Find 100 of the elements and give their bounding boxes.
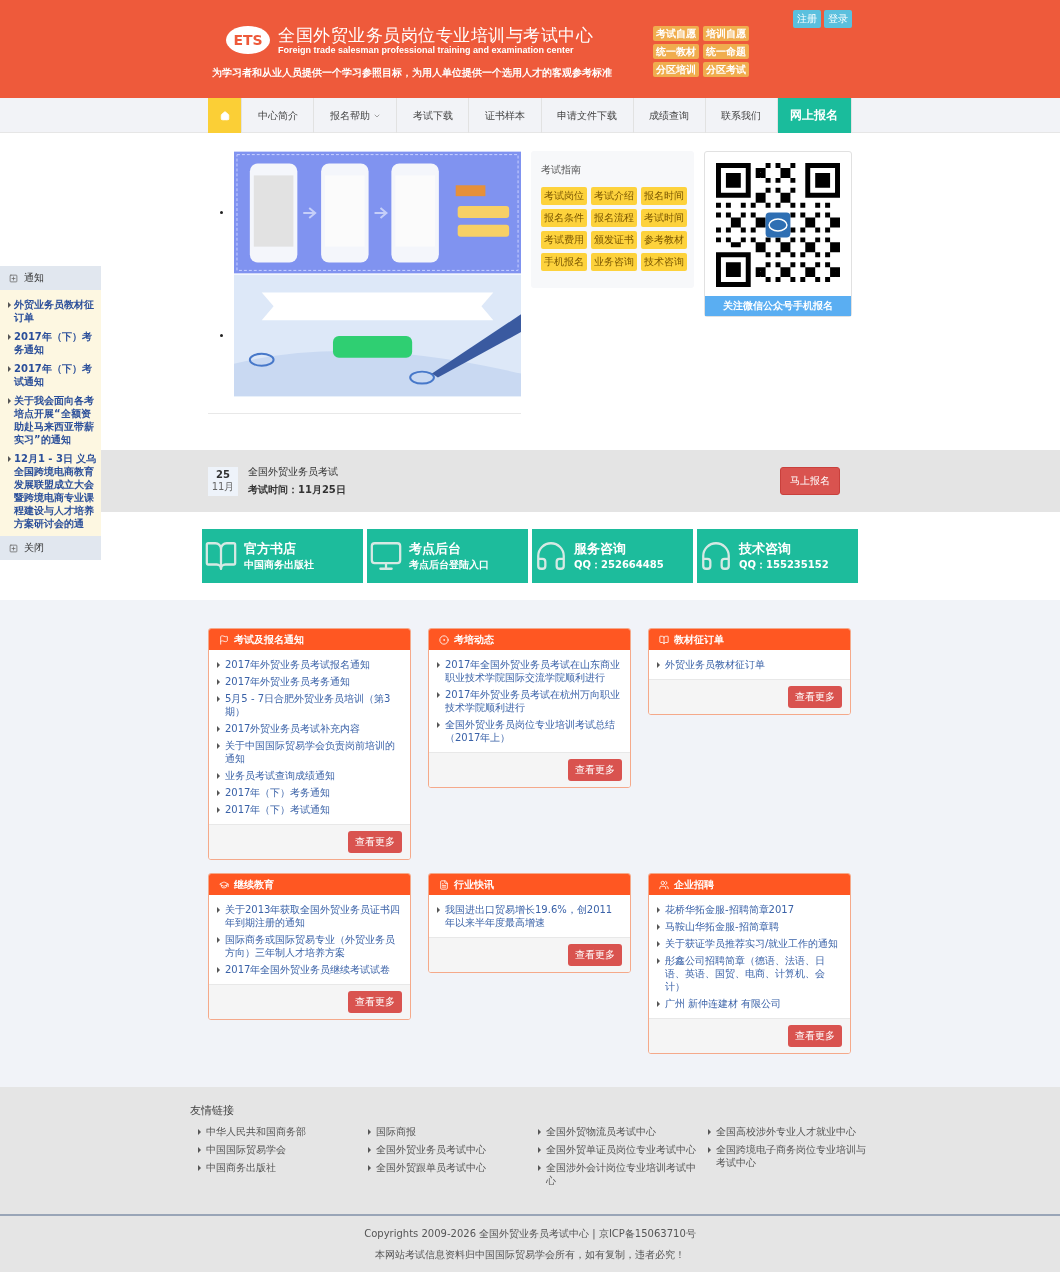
guide-button[interactable]: 考试岗位	[541, 187, 587, 205]
guide-button[interactable]: 参考教材	[641, 231, 687, 249]
nav-item[interactable]: 申请文件下载	[541, 98, 634, 133]
news-link[interactable]: 2017年外贸业务员考试报名通知	[217, 658, 402, 671]
friend-link[interactable]: 全国涉外会计岗位专业培训考试中心	[538, 1161, 700, 1187]
nav-item[interactable]: 报名帮助	[314, 98, 398, 133]
guide-button[interactable]: 考试介绍	[591, 187, 637, 205]
guide-button[interactable]: 考试时间	[641, 209, 687, 227]
home-tab[interactable]	[208, 98, 242, 133]
flag-icon	[219, 634, 229, 645]
guide-button[interactable]: 技术咨询	[641, 253, 687, 271]
sidebar-title: 通知	[24, 271, 44, 285]
caret-icon	[8, 366, 11, 372]
monitor-icon	[369, 539, 403, 573]
friend-link[interactable]: 全国外贸跟单员考试中心	[368, 1161, 530, 1174]
friend-link[interactable]: 全国高校涉外专业人才就业中心	[708, 1125, 870, 1138]
guide-button[interactable]: 手机报名	[541, 253, 587, 271]
caret-icon	[437, 692, 440, 698]
guide-button[interactable]: 报名时间	[641, 187, 687, 205]
news-link[interactable]: 5月5 - 7日合肥外贸业务员培训（第3期）	[217, 692, 402, 718]
news-link[interactable]: 业务员考试查询成绩通知	[217, 769, 402, 782]
view-more-button[interactable]: 查看更多	[788, 686, 842, 708]
caret-icon	[217, 907, 220, 913]
guide-button[interactable]: 考试费用	[541, 231, 587, 249]
guide-button[interactable]: 颁发证书	[591, 231, 637, 249]
caret-icon	[217, 662, 220, 668]
notice-link[interactable]: 外贸业务员教材征订单	[8, 298, 97, 324]
friend-link[interactable]: 全国跨境电子商务岗位专业培训与考试中心	[708, 1143, 870, 1169]
document-icon	[439, 879, 449, 890]
friend-link[interactable]: 全国外贸单证员岗位专业考试中心	[538, 1143, 700, 1156]
panel-title: 企业招聘	[674, 877, 714, 892]
friend-link[interactable]: 全国外贸业务员考试中心	[368, 1143, 530, 1156]
news-link[interactable]: 2017年外贸业务员考务通知	[217, 675, 402, 688]
news-link[interactable]: 2017年（下）考务通知	[217, 786, 402, 799]
news-link[interactable]: 国际商务或国际贸易专业（外贸业务员方向）三年制人才培养方案	[217, 933, 402, 959]
nav-item[interactable]: 联系我们	[705, 98, 778, 133]
panel-title: 考试及报名通知	[234, 632, 304, 647]
news-link[interactable]: 关于中国国际贸易学会负责岗前培训的通知	[217, 739, 402, 765]
caret-icon	[368, 1129, 371, 1135]
notice-link[interactable]: 2017年（下）考试通知	[8, 362, 97, 388]
news-link[interactable]: 花桥华拓金服-招聘简章2017	[657, 903, 842, 916]
caret-icon	[217, 743, 220, 749]
view-more-button[interactable]: 查看更多	[348, 991, 402, 1013]
tile-title: 考点后台	[409, 540, 462, 558]
caret-icon	[217, 937, 220, 943]
friend-link[interactable]: 全国外贸物流员考试中心	[538, 1125, 700, 1138]
guide-button[interactable]: 报名流程	[591, 209, 637, 227]
tile-subtitle: 考点后台登陆入口	[409, 558, 489, 572]
nav-item[interactable]: 中心简介	[242, 98, 315, 133]
caret-icon	[538, 1165, 541, 1171]
news-link[interactable]: 我国进出口贸易增长19.6%，创2011年以来半年度最高增速	[437, 903, 622, 929]
news-link[interactable]: 2017年（下）考试通知	[217, 803, 402, 816]
news-link[interactable]: 马鞍山华拓金服-招简章聘	[657, 920, 842, 933]
close-button[interactable]: 关闭	[0, 536, 101, 560]
news-link[interactable]: 广州 新仲连建材 有限公司	[657, 997, 842, 1010]
nav-item[interactable]: 考试下载	[397, 98, 470, 133]
tile-title: 官方书店	[244, 540, 297, 558]
news-link[interactable]: 2017年全国外贸业务员考试在山东商业职业技术学院国际交流学院顺利进行	[437, 658, 622, 684]
news-link[interactable]: 外贸业务员教材征订单	[657, 658, 842, 671]
copyright: Copyrights 2009-2026 全国外贸业务员考试中心 | 京ICP备15063710号	[364, 1226, 696, 1241]
panel-title: 教材征订单	[674, 632, 724, 647]
notice-link[interactable]: 关于我会面向各考培点开展“全额资助赴马来西亚带薪实习”的通知	[8, 394, 97, 446]
view-more-button[interactable]: 查看更多	[568, 944, 622, 966]
guide-button[interactable]: 报名条件	[541, 209, 587, 227]
news-link[interactable]: 2017外贸业务员考试补充内容	[217, 722, 402, 735]
nav-item[interactable]: 成绩查询	[633, 98, 706, 133]
event-title: 全国外贸业务员考试	[248, 465, 339, 479]
notice-link[interactable]: 2017年（下）考务通知	[8, 330, 97, 356]
caret-icon	[217, 679, 220, 685]
caret-icon	[708, 1129, 711, 1135]
friend-link[interactable]: 中国商务出版社	[198, 1161, 360, 1174]
view-more-button[interactable]: 查看更多	[568, 759, 622, 781]
friend-link[interactable]: 国际商报	[368, 1125, 530, 1138]
view-more-button[interactable]: 查看更多	[348, 831, 402, 853]
notice-link[interactable]: 12月1 - 3日 义乌全国跨境电商教育发展联盟成立大会暨跨境电商专业课程建设与人才培养方案研讨会的通	[8, 452, 97, 530]
caret-icon	[198, 1147, 201, 1153]
guide-button[interactable]: 业务咨询	[591, 253, 637, 271]
news-link[interactable]: 彤鑫公司招聘简章（德语、法语、日语、英语、国贸、电商、计算机、会计）	[657, 954, 842, 993]
caret-icon	[657, 924, 660, 930]
caret-icon	[708, 1147, 711, 1153]
news-link[interactable]: 2017年外贸业务员考试在杭州万向职业技术学院顺利进行	[437, 688, 622, 714]
news-link[interactable]: 关于获证学员推荐实习/就业工作的通知	[657, 937, 842, 950]
caret-icon	[198, 1165, 201, 1171]
nav-item[interactable]: 证书样本	[469, 98, 542, 133]
news-link[interactable]: 2017年全国外贸业务员继续考试试卷	[217, 963, 402, 976]
expand-icon	[9, 543, 18, 553]
caret-icon	[538, 1147, 541, 1153]
site-subtitle: Foreign trade salesman professional training and examination center	[278, 45, 575, 55]
caret-icon	[368, 1147, 371, 1153]
feature-tag: 统一命题	[703, 44, 749, 59]
news-link[interactable]: 全国外贸业务员岗位专业培训考试总结（2017年上）	[437, 718, 622, 744]
friend-link[interactable]: 中国国际贸易学会	[198, 1143, 360, 1156]
register-now-button[interactable]: 马上报名	[780, 467, 840, 495]
news-link[interactable]: 关于2013年获取全国外贸业务员证书四年到期注册的通知	[217, 903, 402, 929]
site-title: 全国外贸业务员岗位专业培训与考试中心	[278, 25, 593, 45]
caret-icon	[437, 722, 440, 728]
circle-icon	[439, 634, 449, 645]
friend-link[interactable]: 中华人民共和国商务部	[198, 1125, 360, 1138]
panel-title: 考试指南	[541, 163, 582, 177]
view-more-button[interactable]: 查看更多	[788, 1025, 842, 1047]
